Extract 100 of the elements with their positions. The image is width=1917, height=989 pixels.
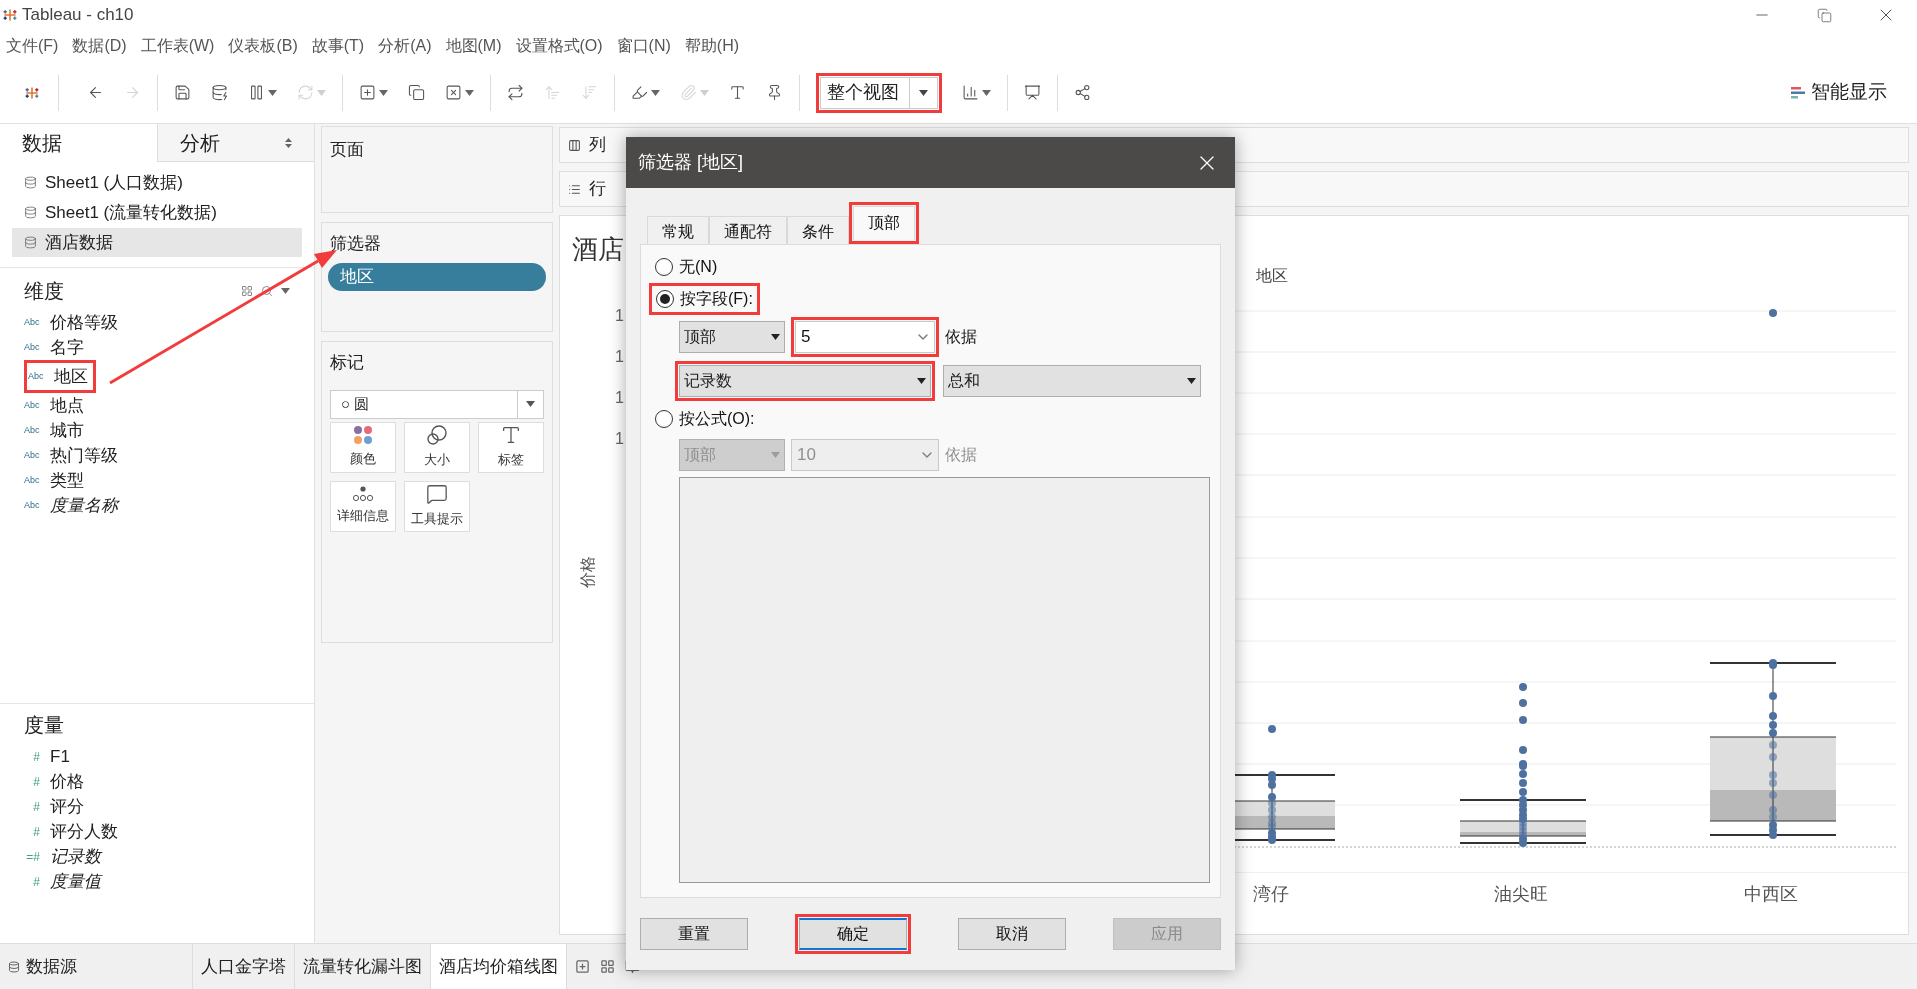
radio-option[interactable]: 无(N) xyxy=(655,255,1212,279)
caret-icon xyxy=(917,378,926,384)
caret-icon xyxy=(771,452,780,458)
field-label: 地区 xyxy=(54,365,88,388)
bars-icon xyxy=(1791,85,1805,100)
mark-button[interactable]: 大小 xyxy=(404,421,470,473)
type-label: Abc xyxy=(28,369,44,383)
menu-item[interactable]: 工作表(W) xyxy=(140,34,215,58)
field-item[interactable]: # 评分人数 xyxy=(24,819,290,844)
radio-button[interactable] xyxy=(656,290,674,308)
data-point xyxy=(1769,753,1777,761)
menu-item[interactable]: 帮助(H) xyxy=(684,34,740,58)
dialog-tab[interactable]: 条件 xyxy=(787,216,849,244)
data-source-tab[interactable]: 数据源 xyxy=(0,944,192,989)
dialog-title: 筛选器 [地区] xyxy=(638,151,743,174)
logo-icon xyxy=(2,7,18,23)
data-point xyxy=(1519,683,1527,691)
menu-item[interactable]: 文件(F) xyxy=(6,34,59,58)
field-item[interactable]: # 评分 xyxy=(24,794,290,819)
menu-item[interactable]: 设置格式(O) xyxy=(515,34,603,58)
field-label: 度量值 xyxy=(50,870,101,893)
data-source-item[interactable]: Sheet1 (人口数据) xyxy=(12,168,302,197)
field-item[interactable]: # F1 xyxy=(24,744,290,769)
data-source-item[interactable]: Sheet1 (流量转化数据) xyxy=(12,198,302,227)
field-item[interactable]: Abc 名字 xyxy=(24,335,84,360)
database-icon xyxy=(24,206,37,219)
grid-icon[interactable] xyxy=(241,285,253,297)
caret-icon xyxy=(268,89,277,96)
menu-item[interactable]: 数据(D) xyxy=(72,34,127,58)
field-label: 评分 xyxy=(50,795,84,818)
field-item[interactable]: # 价格 xyxy=(24,769,290,794)
refresh-icon xyxy=(297,84,314,101)
bar-chart-icon xyxy=(962,84,979,101)
data-point xyxy=(1519,716,1527,724)
caret-icon xyxy=(1187,378,1196,384)
radio-button[interactable] xyxy=(655,258,673,276)
field-label: 评分人数 xyxy=(50,820,118,843)
new-sheet-icon[interactable] xyxy=(575,959,590,974)
dialog-button[interactable]: 确定 xyxy=(799,918,907,950)
type-label: Abc xyxy=(24,498,40,512)
field-item[interactable]: Abc 类型 xyxy=(24,468,84,493)
radio-button[interactable] xyxy=(655,410,673,428)
dropdown[interactable]: 总和 xyxy=(943,365,1201,397)
dialog-button[interactable]: 重置 xyxy=(640,918,748,950)
mark-type-dropdown[interactable]: ○ 圆 xyxy=(330,389,544,419)
dialog-tab[interactable]: 顶部 xyxy=(853,206,915,240)
field-item[interactable]: Abc 价格等级 xyxy=(24,310,118,335)
field-item[interactable]: =# 记录数 xyxy=(24,844,290,869)
field-item[interactable]: Abc 地区 xyxy=(28,364,92,389)
show-me-button[interactable]: 智能显示 xyxy=(1791,78,1887,107)
field-label: 价格等级 xyxy=(50,311,118,334)
card-title: 页面 xyxy=(330,140,364,159)
column-header: 地区 xyxy=(1256,266,1289,286)
field-item[interactable]: Abc 城市 xyxy=(24,418,84,443)
menu-item[interactable]: 分析(A) xyxy=(378,34,432,58)
section-title: 度量 xyxy=(24,713,65,738)
field-item[interactable]: Abc 地点 xyxy=(24,393,84,418)
radio-option[interactable]: 按字段(F): xyxy=(656,287,753,311)
menu-item[interactable]: 故事(T) xyxy=(311,34,365,58)
field-label: F1 xyxy=(50,745,70,768)
dropdown[interactable]: 顶部 xyxy=(679,321,785,353)
caret-icon xyxy=(379,89,388,96)
fit-dropdown[interactable]: 整个视图 xyxy=(820,76,938,109)
by-label: 依据 xyxy=(945,445,977,465)
type-label: Abc xyxy=(24,473,40,487)
mark-button[interactable]: 详细信息 xyxy=(330,480,396,532)
dialog-tab[interactable]: 常规 xyxy=(647,216,709,244)
type-label: =# xyxy=(25,848,40,866)
mark-button[interactable]: 颜色 xyxy=(330,421,396,473)
field-item[interactable]: Abc 度量名称 xyxy=(24,493,118,518)
mark-button[interactable]: 工具提示 xyxy=(404,480,470,532)
sheet-tab[interactable]: 人口金字塔 xyxy=(192,944,294,989)
radio-option[interactable]: 按公式(O): xyxy=(655,407,1212,431)
field-item[interactable]: Abc 热门等级 xyxy=(24,443,118,468)
new-dashboard-icon[interactable] xyxy=(600,959,615,974)
data-source-item[interactable]: 酒店数据 xyxy=(12,228,302,257)
search-icon[interactable] xyxy=(261,285,273,297)
sort-arrows-icon xyxy=(285,137,292,148)
filter-pill[interactable]: 地区 xyxy=(328,262,546,291)
sheet-tab[interactable]: 酒店均价箱线图 xyxy=(430,944,566,989)
menu-item[interactable]: 仪表板(B) xyxy=(228,34,298,58)
caret-icon xyxy=(465,89,474,96)
axis-tick: 1 xyxy=(615,388,624,408)
field-item[interactable]: # 度量值 xyxy=(24,869,290,894)
menu-item[interactable]: 窗口(N) xyxy=(616,34,671,58)
chart-title: 酒店 xyxy=(572,233,625,266)
menu-item[interactable]: 地图(M) xyxy=(445,34,502,58)
category-label: 湾仔 xyxy=(1253,883,1289,906)
dialog-button[interactable]: 取消 xyxy=(958,918,1066,950)
field-label: 热门等级 xyxy=(50,444,118,467)
dialog-tab[interactable]: 通配符 xyxy=(709,216,787,244)
number-combo-field[interactable]: 5 xyxy=(795,321,935,353)
field-label: 度量名称 xyxy=(50,494,118,517)
restore-icon[interactable] xyxy=(1816,7,1832,23)
new-sheet-icon xyxy=(359,84,376,101)
pane-tab[interactable]: 分析 xyxy=(156,124,314,162)
caret-icon xyxy=(651,89,660,96)
dropdown[interactable]: 记录数 xyxy=(679,365,931,397)
rows-icon xyxy=(568,182,581,196)
mark-button[interactable]: 标签 xyxy=(478,421,544,473)
